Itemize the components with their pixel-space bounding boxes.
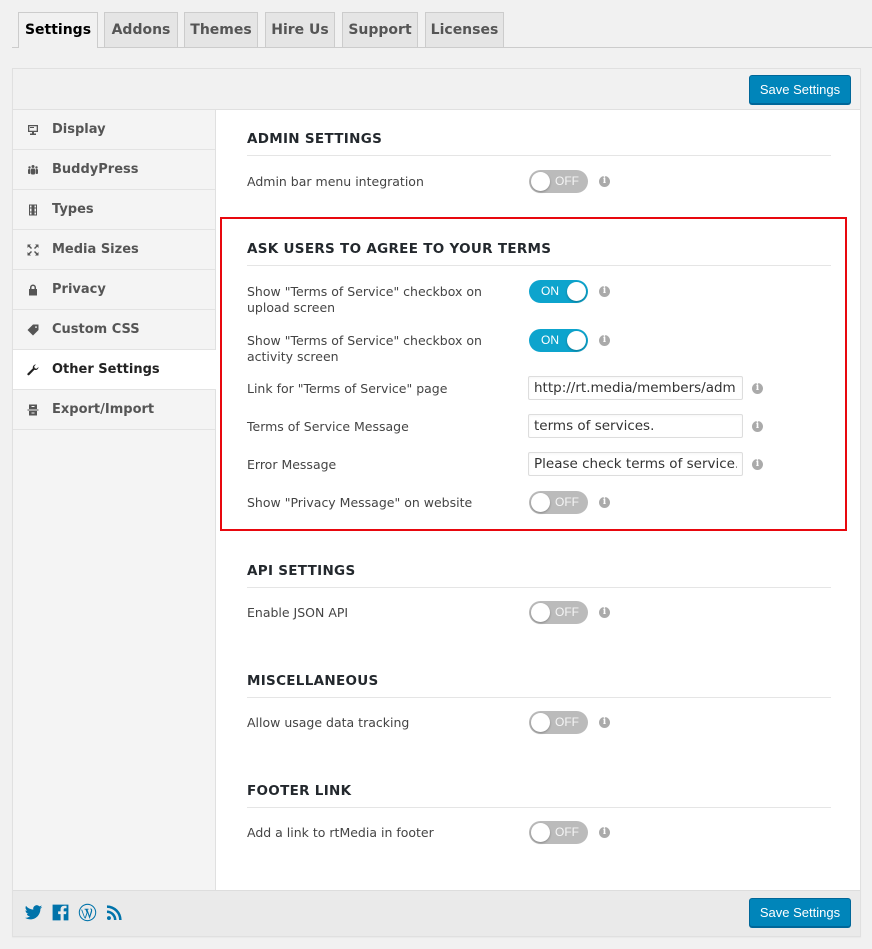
info-icon[interactable]: i [599,827,610,838]
facebook-icon[interactable] [51,903,70,922]
toggle-state: OFF [555,495,579,509]
footer-link-label: Add a link to rtMedia in footer [247,825,434,840]
social-links [24,903,124,922]
rss-icon[interactable] [105,903,124,922]
info-icon[interactable]: i [752,459,763,470]
sidebar-item-custom-css[interactable]: Custom CSS [13,310,215,350]
tab-licenses[interactable]: Licenses [425,12,504,47]
tab-themes[interactable]: Themes [184,12,258,47]
sidebar-item-types[interactable]: Types [13,190,215,230]
save-settings-button-bottom[interactable]: Save Settings [749,898,851,927]
settings-panel: Save Settings Display BuddyPress Types M… [12,68,861,937]
tos-activity-label: Show "Terms of Service" checkbox on acti… [247,333,482,364]
toggle-knob [567,331,586,350]
sidebar-item-label: Media Sizes [52,242,139,257]
section-title-misc: MISCELLANEOUS [247,673,831,698]
admin-bar-label: Admin bar menu integration [247,174,424,189]
export-import-icon [26,403,40,417]
privacy-message-label: Show "Privacy Message" on website [247,495,473,510]
tag-icon [26,323,40,337]
tab-settings[interactable]: Settings [18,12,98,48]
info-icon[interactable]: i [599,176,610,187]
json-api-label: Enable JSON API [247,605,349,620]
toggle-state: ON [541,284,559,298]
buddypress-icon [26,163,40,177]
sidebar-item-other-settings[interactable]: Other Settings [13,350,216,390]
toggle-state: ON [541,333,559,347]
sidebar-item-label: Export/Import [52,402,155,417]
toggle-knob [531,603,550,622]
panel-footer: Save Settings [13,890,860,936]
sidebar-item-label: Custom CSS [52,322,140,337]
error-message-input[interactable] [528,452,743,476]
panel-header: Save Settings [13,69,860,110]
info-icon[interactable]: i [599,335,610,346]
tos-link-input[interactable] [528,376,743,400]
section-title-footer-link: FOOTER LINK [247,783,831,808]
section-title-admin: ADMIN SETTINGS [247,131,831,156]
admin-bar-toggle[interactable]: OFF [529,170,588,193]
info-icon[interactable]: i [752,421,763,432]
toggle-knob [531,823,550,842]
sidebar-item-label: Display [52,122,106,137]
sidebar-item-display[interactable]: Display [13,110,215,150]
settings-content: ADMIN SETTINGS Admin bar menu integratio… [217,110,860,890]
usage-tracking-label: Allow usage data tracking [247,715,410,730]
resize-icon [26,243,40,257]
info-icon[interactable]: i [599,717,610,728]
tos-activity-toggle[interactable]: ON [529,329,588,352]
section-title-terms: ASK USERS TO AGREE TO YOUR TERMS [247,241,831,266]
sidebar-item-privacy[interactable]: Privacy [13,270,215,310]
toggle-knob [567,282,586,301]
info-icon[interactable]: i [599,497,610,508]
sidebar-item-label: Other Settings [52,362,160,377]
save-settings-button-top[interactable]: Save Settings [749,75,851,104]
toggle-state: OFF [555,825,579,839]
info-icon[interactable]: i [752,383,763,394]
sidebar-item-media-sizes[interactable]: Media Sizes [13,230,215,270]
wordpress-icon[interactable] [78,903,97,922]
tab-support[interactable]: Support [342,12,418,47]
tos-upload-label: Show "Terms of Service" checkbox on uplo… [247,284,482,315]
sidebar-item-label: Types [52,202,94,217]
usage-tracking-toggle[interactable]: OFF [529,711,588,734]
info-icon[interactable]: i [599,607,610,618]
tab-hire-us[interactable]: Hire Us [265,12,335,47]
tos-message-label: Terms of Service Message [247,419,409,434]
tab-addons[interactable]: Addons [104,12,178,47]
twitter-icon[interactable] [24,903,43,922]
lock-icon [26,283,40,297]
sidebar-item-label: BuddyPress [52,162,139,177]
toggle-knob [531,713,550,732]
section-title-api: API SETTINGS [247,563,831,588]
toggle-state: OFF [555,174,579,188]
footer-link-toggle[interactable]: OFF [529,821,588,844]
sidebar-item-buddypress[interactable]: BuddyPress [13,150,215,190]
tos-link-label: Link for "Terms of Service" page [247,381,448,396]
tos-message-input[interactable] [528,414,743,438]
info-icon[interactable]: i [599,286,610,297]
toggle-knob [531,493,550,512]
sidebar-item-export-import[interactable]: Export/Import [13,390,215,430]
json-api-toggle[interactable]: OFF [529,601,588,624]
toggle-knob [531,172,550,191]
monitor-icon [26,123,40,137]
settings-tabs: Settings Addons Themes Hire Us Support L… [12,12,872,48]
settings-sidebar: Display BuddyPress Types Media Sizes Pri… [13,110,216,890]
toggle-state: OFF [555,605,579,619]
toggle-state: OFF [555,715,579,729]
privacy-message-toggle[interactable]: OFF [529,491,588,514]
tos-upload-toggle[interactable]: ON [529,280,588,303]
film-icon [26,203,40,217]
sidebar-item-label: Privacy [52,282,106,297]
wrench-icon [26,363,40,377]
error-message-label: Error Message [247,457,337,472]
